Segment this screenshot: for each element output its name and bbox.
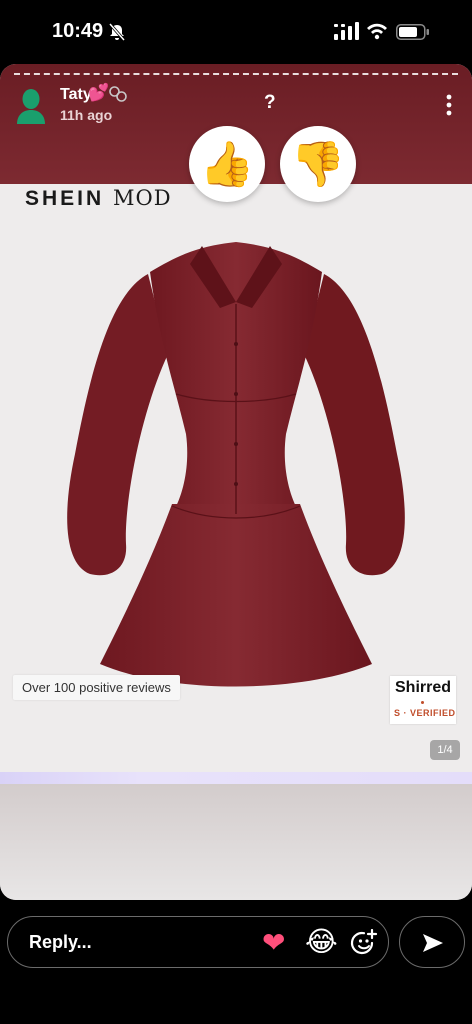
story-divider (0, 772, 472, 784)
story-viewer[interactable]: Taty 💕 11h ago ? SHEIN MOD Over 100 posi… (0, 64, 472, 900)
signal-icon (334, 22, 359, 40)
heart-reaction-icon[interactable]: ❤ (262, 926, 285, 959)
dress-image (67, 242, 405, 687)
username-heart-emoji: 💕 (88, 83, 110, 102)
thumbs-up-icon: 👍 (199, 140, 255, 189)
thumbs-down-button[interactable]: 👎 (280, 126, 356, 202)
add-emoji-icon[interactable] (350, 929, 378, 957)
rings-icon (109, 86, 127, 102)
badge-title: Shirred (395, 679, 452, 696)
send-button[interactable] (399, 916, 465, 968)
bell-slash-icon (108, 23, 126, 41)
verified-badge: Shirred S · VERIFIED (390, 676, 456, 724)
story-progress-bar (14, 73, 458, 75)
image-pager: 1/4 (430, 740, 460, 760)
thumbs-up-button[interactable]: 👍 (189, 126, 265, 202)
thumbs-down-icon: 👎 (290, 140, 346, 189)
battery-icon (396, 24, 429, 40)
story-timestamp: 11h ago (60, 107, 113, 123)
brand-sub: MOD (113, 186, 172, 210)
reply-input[interactable]: Reply... ❤ 😂 (7, 916, 389, 968)
more-options-icon[interactable] (445, 94, 453, 116)
status-time: 10:49 (52, 20, 104, 42)
status-bar: 10:49 (0, 0, 472, 62)
badge-verified: S · VERIFIED (394, 708, 456, 718)
brand-logo: SHEIN MOD (25, 186, 172, 211)
laugh-reaction-icon[interactable]: 😂 (305, 925, 338, 958)
story-username[interactable]: Taty (60, 86, 92, 104)
reviews-chip: Over 100 positive reviews (13, 675, 180, 700)
brand-main: SHEIN (25, 187, 105, 210)
story-bottom-area (0, 784, 472, 900)
avatar[interactable] (16, 88, 46, 124)
help-question-icon[interactable]: ? (264, 92, 276, 114)
reply-placeholder: Reply... (29, 932, 92, 952)
send-arrow-icon (423, 934, 443, 952)
badge-dot (421, 701, 424, 704)
wifi-icon (367, 23, 387, 40)
